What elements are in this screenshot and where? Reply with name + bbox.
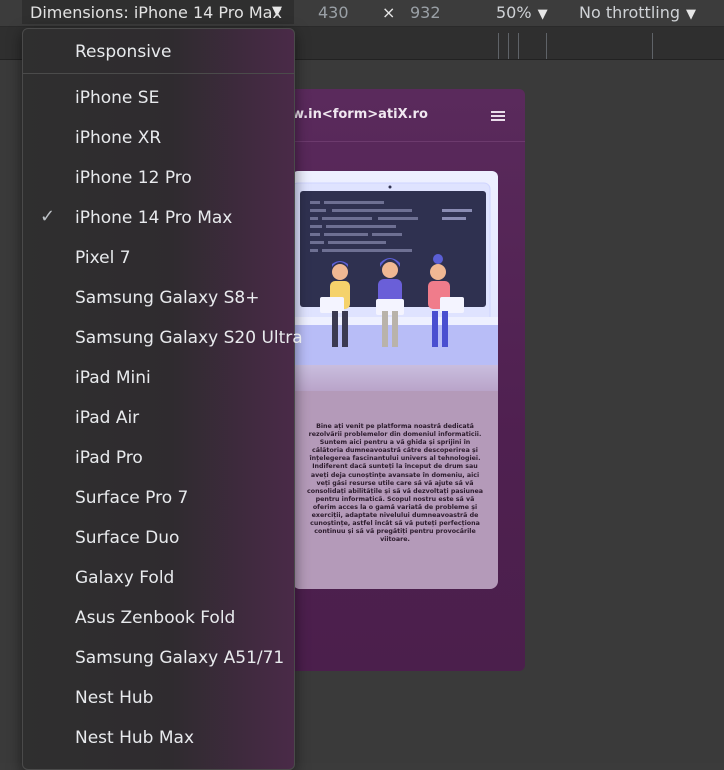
menu-item-label: iPhone SE <box>75 88 160 108</box>
hamburger-menu-icon[interactable] <box>491 111 505 121</box>
menu-item-device[interactable]: Samsung Galaxy S8+ <box>23 278 294 318</box>
menu-item-label: iPhone 14 Pro Max <box>75 208 233 228</box>
ruler-tick <box>518 33 519 59</box>
menu-item-device[interactable]: Asus Zenbook Fold <box>23 598 294 638</box>
ruler-tick <box>498 33 499 59</box>
intro-text: Bine ați venit pe platforma noastră dedi… <box>307 423 483 544</box>
menu-item-device[interactable]: iPad Air <box>23 398 294 438</box>
menu-item-label: Surface Duo <box>75 528 180 548</box>
menu-item-label: Responsive <box>75 42 172 62</box>
menu-item-label: Nest Hub <box>75 688 154 708</box>
checkmark-icon: ✓ <box>40 206 56 227</box>
caret-down-icon: ▼ <box>686 7 697 22</box>
menu-item-label: Asus Zenbook Fold <box>75 608 236 628</box>
menu-item-label: Samsung Galaxy A51/71 <box>75 648 285 668</box>
height-input[interactable]: 932 <box>410 3 441 22</box>
ruler-tick <box>652 33 653 59</box>
throttling-select[interactable]: No throttling ▼ <box>579 3 696 22</box>
menu-item-device[interactable]: Nest Hub Max <box>23 718 294 758</box>
menu-item-device[interactable]: iPhone XR <box>23 118 294 158</box>
menu-item-label: Nest Hub Max <box>75 728 194 748</box>
menu-item-responsive[interactable]: Responsive <box>23 32 294 72</box>
menu-item-device[interactable]: Samsung Galaxy A51/71 <box>23 638 294 678</box>
menu-item-label: iPhone XR <box>75 128 162 148</box>
width-input[interactable]: 430 <box>318 3 349 22</box>
menu-item-label: iPhone 12 Pro <box>75 168 192 188</box>
dimensions-label: Dimensions: iPhone 14 Pro Max <box>30 3 282 22</box>
zoom-label: 50% <box>496 3 532 22</box>
hero-illustration <box>292 171 498 391</box>
menu-item-label: Samsung Galaxy S20 Ultra <box>75 328 303 348</box>
menu-item-label: iPad Mini <box>75 368 151 388</box>
caret-down-icon: ▼ <box>272 4 282 19</box>
ruler-tick <box>546 33 547 59</box>
zoom-select[interactable]: 50% ▼ <box>496 3 548 22</box>
menu-item-device[interactable]: iPad Mini <box>23 358 294 398</box>
menu-item-label: Samsung Galaxy S8+ <box>75 288 260 308</box>
menu-separator <box>23 73 294 74</box>
coding-people-illustration <box>292 182 498 365</box>
intro-card: Bine ați venit pe platforma noastră dedi… <box>292 391 498 589</box>
menu-item-label: Pixel 7 <box>75 248 131 268</box>
times-separator: × <box>382 3 396 22</box>
menu-item-device-selected[interactable]: ✓ iPhone 14 Pro Max <box>23 198 294 238</box>
menu-item-device[interactable]: iPhone SE <box>23 78 294 118</box>
menu-item-device[interactable]: Galaxy Fold <box>23 558 294 598</box>
caret-down-icon: ▼ <box>537 7 548 22</box>
menu-item-device[interactable]: iPad Pro <box>23 438 294 478</box>
menu-item-device[interactable]: Samsung Galaxy S20 Ultra <box>23 318 303 358</box>
menu-item-device[interactable]: Nest Hub <box>23 678 294 718</box>
device-dropdown-menu: Responsive iPhone SE iPhone XR iPhone 12… <box>22 28 303 770</box>
throttling-label: No throttling <box>579 3 681 22</box>
menu-item-device[interactable]: Pixel 7 <box>23 238 294 278</box>
ruler-tick <box>508 33 509 59</box>
menu-item-label: Surface Pro 7 <box>75 488 189 508</box>
device-toolbar: Dimensions: iPhone 14 Pro Max ▼ 430 × 93… <box>0 0 724 27</box>
dimensions-select[interactable]: Dimensions: iPhone 14 Pro Max ▼ <box>22 0 294 24</box>
menu-item-label: Galaxy Fold <box>75 568 175 588</box>
menu-item-device[interactable]: iPhone 12 Pro <box>23 158 294 198</box>
menu-item-label: iPad Air <box>75 408 140 428</box>
menu-item-label: iPad Pro <box>75 448 143 468</box>
site-title[interactable]: w.in<form>atiX.ro <box>292 107 428 122</box>
menu-item-device[interactable]: Surface Pro 7 <box>23 478 294 518</box>
menu-item-device[interactable]: Surface Duo <box>23 518 294 558</box>
